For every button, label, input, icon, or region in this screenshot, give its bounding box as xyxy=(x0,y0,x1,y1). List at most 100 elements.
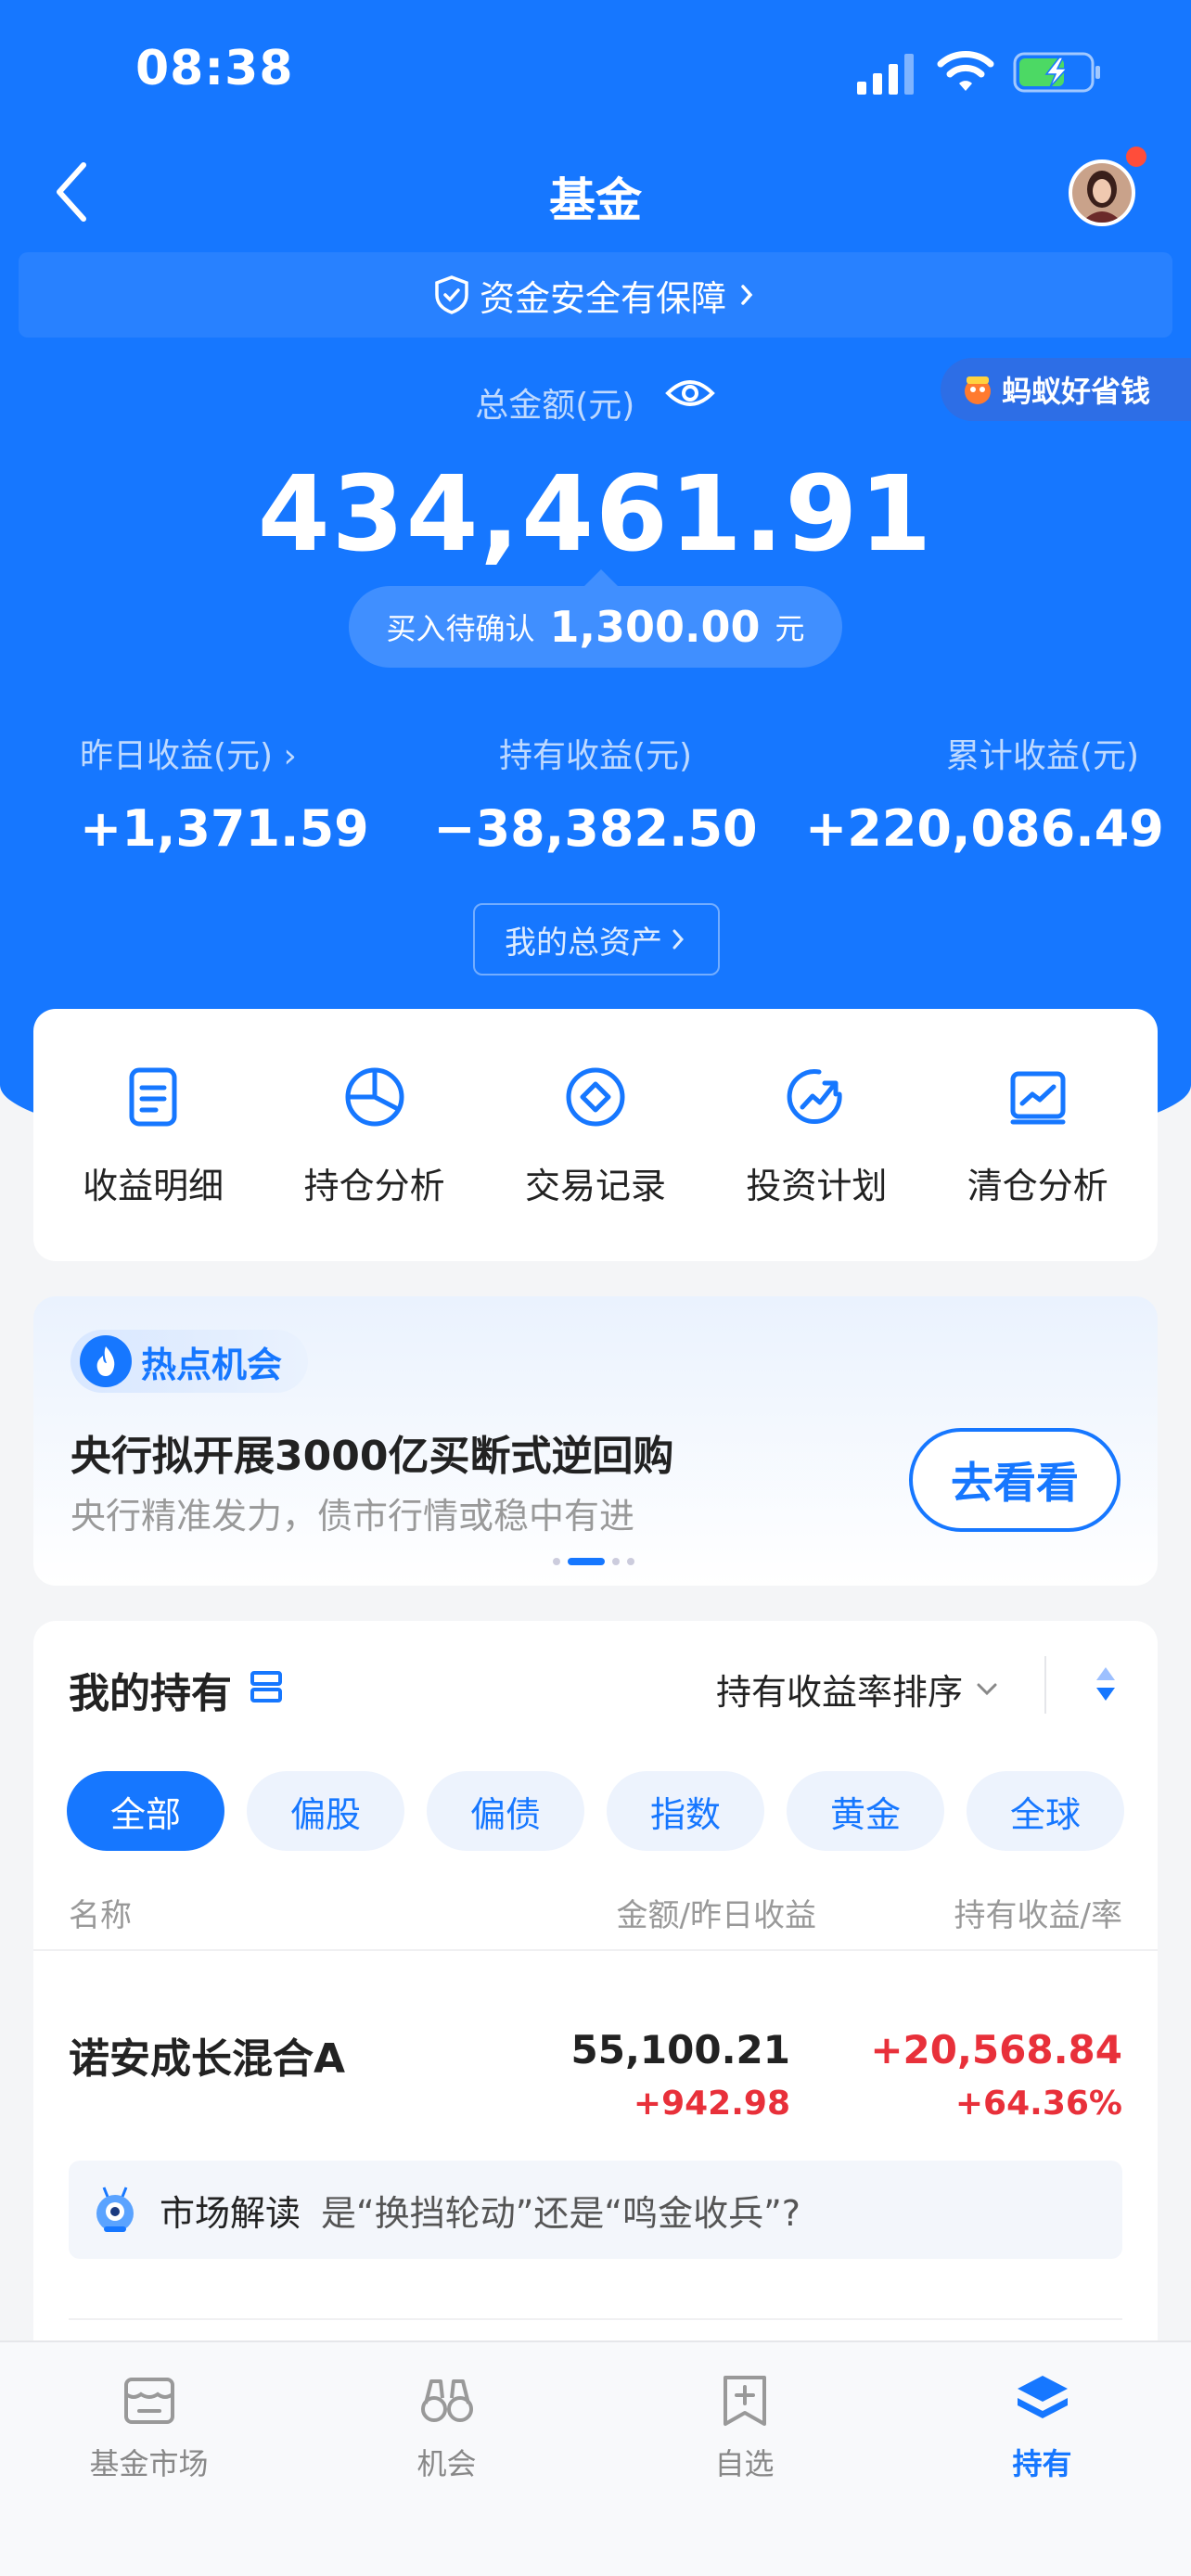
carousel-indicator xyxy=(553,1558,634,1565)
market-insight[interactable]: 市场解读 是“换挡轮动”还是“鸣金收兵”? xyxy=(69,2161,1122,2259)
fund-profit-rate: +64.36% xyxy=(954,2085,1122,2123)
avatar[interactable] xyxy=(1069,159,1135,226)
quick-action-label: 清仓分析 xyxy=(967,1165,1108,1206)
carousel-dot xyxy=(612,1558,620,1565)
quick-action-investment-plan[interactable]: 投资计划 xyxy=(714,1063,918,1208)
eye-icon[interactable] xyxy=(664,375,716,412)
battery-charging-icon xyxy=(1013,52,1100,93)
stat-holding: 持有收益(元) −38,382.50 xyxy=(429,729,762,858)
hot-tag-label: 热点机会 xyxy=(141,1344,283,1385)
pending-amount: 1,300.00 xyxy=(549,602,761,652)
page-title: 基金 xyxy=(549,173,642,227)
pending-label: 买入待确认 xyxy=(386,611,535,646)
shield-check-icon xyxy=(435,275,468,314)
chip-global[interactable]: 全球 xyxy=(967,1771,1124,1851)
chevron-down-icon xyxy=(977,1683,997,1695)
pending-unit: 元 xyxy=(775,611,805,646)
quick-actions-card: 收益明细 持仓分析 交易记录 投资计划 清仓分析 xyxy=(33,1009,1158,1261)
insight-text: 是“换挡轮动”还是“鸣金收兵”? xyxy=(321,2192,800,2234)
my-assets-label: 我的总资产 xyxy=(505,924,662,962)
tab-watchlist[interactable]: 自选 xyxy=(596,2342,893,2576)
stat-value: +1,371.59 xyxy=(80,799,369,858)
robot-mascot-icon xyxy=(96,2187,134,2232)
chevron-right-icon xyxy=(741,285,753,305)
quick-action-clearance-analysis[interactable]: 清仓分析 xyxy=(936,1063,1140,1208)
view-button[interactable]: 去看看 xyxy=(909,1428,1121,1532)
my-assets-button[interactable]: 我的总资产 xyxy=(473,903,720,976)
flame-icon xyxy=(80,1335,132,1387)
carousel-dot xyxy=(553,1558,560,1565)
total-label-text: 总金额(元) xyxy=(475,387,635,425)
chevron-right-icon xyxy=(672,929,685,950)
quick-action-label: 收益明细 xyxy=(83,1165,224,1206)
stat-label: 持有收益(元) xyxy=(498,737,693,775)
fund-name: 诺安成长混合A xyxy=(69,2035,346,2083)
stat-yesterday[interactable]: 昨日收益(元) › +1,371.59 xyxy=(80,729,414,858)
add-bookmark-icon xyxy=(723,2376,766,2426)
stat-value: +220,086.49 xyxy=(805,799,1164,858)
cellular-signal-icon xyxy=(857,54,914,95)
divider xyxy=(1044,1656,1046,1714)
avatar-portrait-icon xyxy=(1072,163,1132,223)
quick-action-label: 交易记录 xyxy=(524,1165,666,1206)
quick-action-label: 投资计划 xyxy=(746,1165,888,1206)
sort-order-icon[interactable] xyxy=(1091,1662,1121,1706)
layers-icon xyxy=(1017,2376,1068,2418)
quick-action-income-detail[interactable]: 收益明细 xyxy=(51,1063,255,1208)
chip-equity[interactable]: 偏股 xyxy=(247,1771,404,1851)
document-icon xyxy=(129,1067,177,1126)
tab-holdings[interactable]: 持有 xyxy=(893,2342,1191,2576)
quick-action-position-analysis[interactable]: 持仓分析 xyxy=(273,1063,477,1208)
tab-fund-market[interactable]: 基金市场 xyxy=(0,2342,298,2576)
bottom-tab-bar: 基金市场 机会 自选 持有 xyxy=(0,2340,1191,2576)
chip-bond[interactable]: 偏债 xyxy=(427,1771,584,1851)
pie-chart-icon xyxy=(345,1067,404,1126)
wifi-icon xyxy=(937,51,994,91)
hot-opportunity-card[interactable]: 热点机会 央行拟开展3000亿买断式逆回购 央行精准发力，债市行情或稳中有进 去… xyxy=(33,1296,1158,1586)
category-chips: 全部 偏股 偏债 指数 黄金 全球 xyxy=(67,1771,1124,1851)
sort-label: 持有收益率排序 xyxy=(716,1672,964,1713)
tab-label: 自选 xyxy=(714,2446,775,2481)
chip-all[interactable]: 全部 xyxy=(67,1771,224,1851)
stat-label: 累计收益(元) xyxy=(945,737,1139,775)
safety-banner[interactable]: 资金安全有保障 xyxy=(19,252,1172,338)
col-profit: 持有收益/率 xyxy=(954,1897,1122,1934)
quick-action-transactions[interactable]: 交易记录 xyxy=(493,1063,698,1208)
hot-subtitle: 央行精准发力，债市行情或稳中有进 xyxy=(70,1496,635,1537)
quick-action-label: 持仓分析 xyxy=(303,1165,445,1206)
tab-label: 基金市场 xyxy=(89,2446,209,2481)
carousel-dot xyxy=(627,1558,634,1565)
safety-banner-text: 资金安全有保障 xyxy=(479,277,726,319)
chip-gold[interactable]: 黄金 xyxy=(787,1771,944,1851)
col-name: 名称 xyxy=(69,1897,132,1934)
fund-amount: 55,100.21 xyxy=(570,2027,790,2072)
tab-label: 机会 xyxy=(416,2446,477,2481)
status-bar: 08:38 xyxy=(0,37,1191,102)
stat-value: −38,382.50 xyxy=(433,799,758,858)
diamond-circle-icon xyxy=(566,1067,625,1126)
chip-index[interactable]: 指数 xyxy=(607,1771,764,1851)
hot-title: 央行拟开展3000亿买断式逆回购 xyxy=(70,1433,674,1480)
carousel-dot-active xyxy=(568,1558,605,1565)
list-toggle-icon[interactable] xyxy=(249,1667,288,1706)
tab-label: 持有 xyxy=(1012,2446,1072,2481)
total-amount: 434,461.91 xyxy=(257,454,934,575)
holdings-section: 我的持有 持有收益率排序 全部 偏股 偏债 指数 黄金 全球 名称 金额/昨日收… xyxy=(33,1621,1158,2344)
stat-label: 昨日收益(元) › xyxy=(80,737,297,775)
col-amount: 金额/昨日收益 xyxy=(616,1897,816,1934)
divider xyxy=(33,1949,1158,1951)
divider xyxy=(69,2318,1122,2320)
notification-dot xyxy=(1126,147,1146,167)
line-chart-icon xyxy=(1010,1071,1066,1124)
pending-purchase-pill[interactable]: 买入待确认 1,300.00 元 xyxy=(349,569,842,668)
fund-yesterday-income: +942.98 xyxy=(633,2085,790,2123)
market-icon xyxy=(123,2378,174,2424)
tab-opportunity[interactable]: 机会 xyxy=(298,2342,596,2576)
trend-up-icon xyxy=(788,1068,842,1124)
holdings-title: 我的持有 xyxy=(69,1670,232,1717)
status-time: 08:38 xyxy=(135,41,294,96)
fund-holding-profit: +20,568.84 xyxy=(870,2027,1122,2072)
sort-dropdown[interactable]: 持有收益率排序 xyxy=(716,1664,1000,1715)
stat-cumulative: 累计收益(元) +220,086.49 xyxy=(805,729,1164,858)
total-amount-label: 总金额(元) xyxy=(0,375,1191,427)
